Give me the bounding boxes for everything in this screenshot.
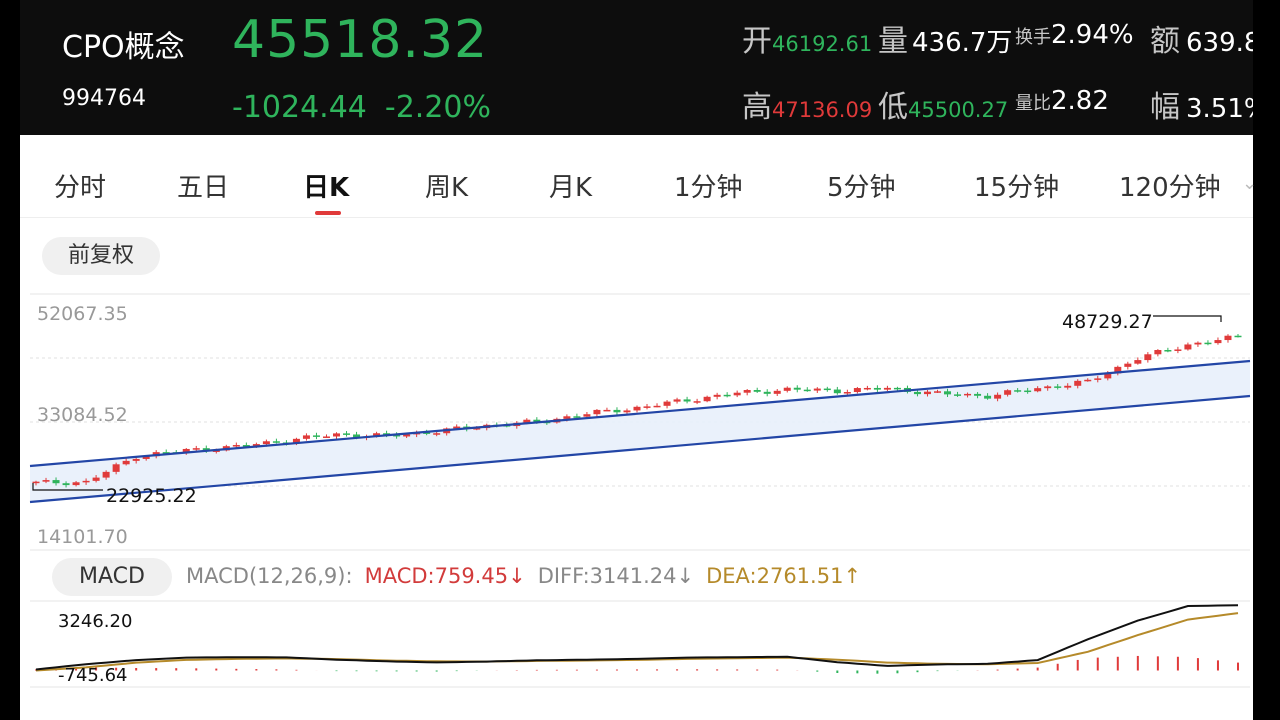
dea-line (35, 612, 1239, 672)
candle (873, 385, 881, 392)
candle (1124, 361, 1132, 370)
candle (653, 403, 661, 408)
candle (1214, 337, 1222, 345)
candle (763, 389, 771, 397)
candle (1204, 340, 1212, 346)
macd-values: MACD(12,26,9): MACD:759.45↓ DIFF:3141.24↓ D… (186, 564, 873, 588)
candle (743, 389, 751, 396)
candle (673, 397, 681, 404)
trend-channel-upper-line (29, 359, 1251, 468)
candle (593, 409, 601, 417)
candle (723, 392, 731, 398)
candle (663, 400, 671, 409)
candle (272, 438, 280, 444)
candle (1154, 349, 1162, 357)
candle (1164, 347, 1172, 353)
y-axis-bottom-label: 14101.70 (37, 526, 128, 548)
candle (693, 398, 701, 405)
candle (302, 433, 310, 441)
candle (713, 392, 721, 400)
candle (613, 407, 621, 415)
candle (1144, 352, 1152, 363)
candle (833, 386, 841, 395)
candle (603, 407, 611, 412)
candle (773, 389, 781, 396)
candle (1224, 334, 1232, 343)
candle (813, 387, 821, 393)
candle (322, 434, 330, 438)
y-axis-top-label: 52067.35 (37, 303, 128, 325)
candle (1194, 341, 1202, 347)
min-price-label: 22925.22 (106, 485, 197, 507)
candle (623, 408, 631, 415)
candle (333, 432, 340, 439)
macd-indicator-button[interactable]: MACD (52, 558, 172, 596)
candle (1184, 342, 1192, 351)
candle (863, 385, 871, 391)
candle (783, 386, 791, 393)
candle (733, 390, 741, 398)
candle (633, 405, 641, 413)
candle (803, 387, 811, 392)
trend-channel-lower-line (29, 394, 1251, 504)
dea-value: DEA:2761.51↑ (706, 564, 862, 588)
candle (1234, 334, 1242, 338)
trend-channel-fill (30, 361, 1250, 502)
candle (883, 385, 891, 392)
max-price-label: 48729.27 (1062, 311, 1153, 333)
macd-y-bottom-label: -745.64 (58, 665, 127, 686)
candle (192, 445, 200, 451)
candle (1134, 357, 1142, 365)
y-axis-mid-label: 33084.52 (37, 404, 128, 426)
macd-y-top-label: 3246.20 (58, 611, 132, 632)
candle (853, 386, 861, 394)
macd-grid (30, 600, 1250, 688)
candle (343, 431, 351, 437)
candle (753, 387, 761, 393)
kline-chart[interactable]: 52067.35 33084.52 14101.70 48729.27 2292… (0, 0, 1280, 720)
max-marker-line (1153, 315, 1222, 322)
candle (1174, 346, 1182, 354)
macd-params: MACD(12,26,9): (186, 564, 353, 588)
candle (643, 403, 651, 410)
candle (703, 395, 711, 403)
candle (823, 386, 831, 392)
diff-value: DIFF:3141.24↓ (537, 564, 695, 588)
candle (683, 396, 691, 404)
candle (793, 385, 801, 393)
candle (312, 432, 320, 440)
macd-value: MACD:759.45↓ (364, 564, 526, 588)
